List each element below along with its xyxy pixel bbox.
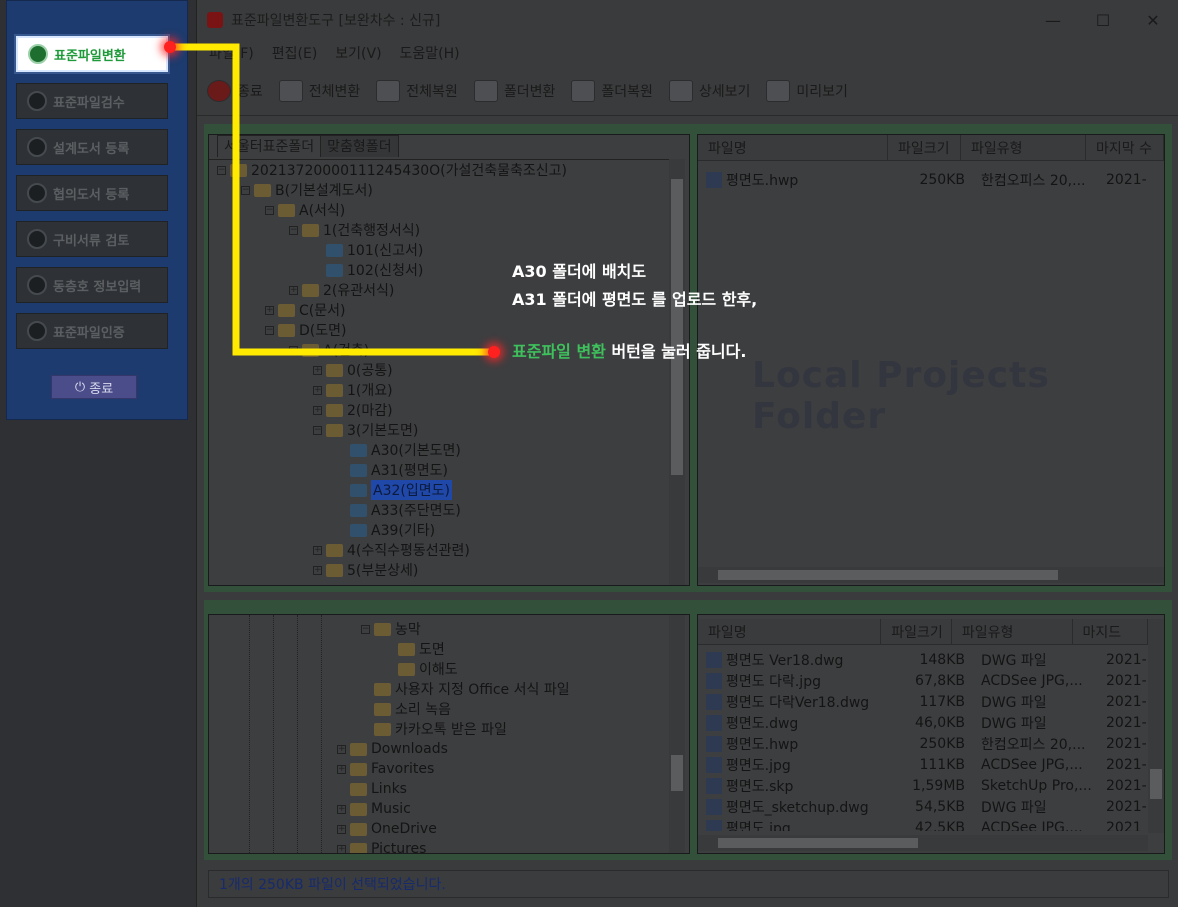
arrow-start-dot	[164, 41, 176, 53]
callout-highlight: 표준파일 변환	[512, 342, 606, 361]
callout-rest: 버턴을 눌러 줍니다.	[605, 342, 747, 361]
callout-line-1: A30 폴더에 배치도	[512, 262, 647, 281]
arrow-end-dot	[488, 346, 500, 358]
instruction-callout: A30 폴더에 배치도 A31 폴더에 평면도 를 업로드 한후, 표준파일 변…	[512, 258, 757, 366]
callout-line-3: 표준파일 변환 버턴을 눌러 줍니다.	[512, 338, 757, 366]
callout-line-2: A31 폴더에 평면도 를 업로드 한후,	[512, 290, 758, 309]
arrow-path	[170, 43, 494, 356]
annotation-arrow	[170, 43, 494, 356]
